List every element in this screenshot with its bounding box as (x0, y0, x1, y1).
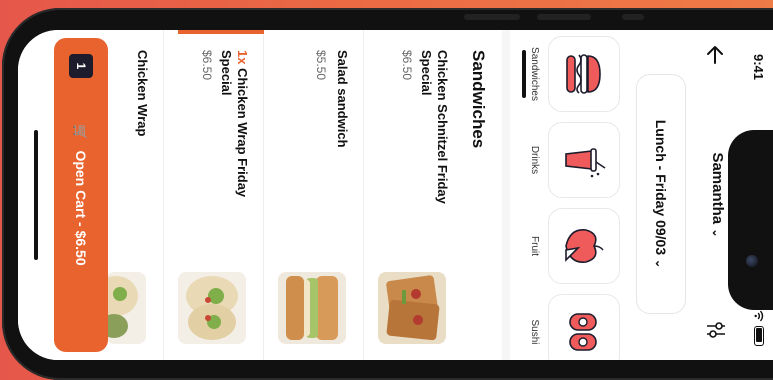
selected-indicator (178, 30, 264, 34)
back-button[interactable] (704, 44, 726, 70)
menu-label: Lunch - Friday 09/03 (653, 119, 669, 256)
item-name-text: Salad sandwich (335, 50, 350, 148)
divider (502, 30, 510, 360)
item-name: 1x Chicken Wrap Friday Special (218, 50, 250, 230)
drink-icon (565, 148, 606, 178)
category-list: Sandwiches Drinks Fruit Sushi (500, 36, 620, 360)
sandwich-icon (566, 54, 601, 94)
phone-screen: 9:41 Samantha ⌄ Lunch - Friday 09/03 ⌄ S… (18, 30, 773, 360)
category-label: Fruit (529, 236, 540, 256)
category-tile (548, 36, 620, 112)
filter-button[interactable] (704, 318, 728, 342)
cart-label: 🛒 Open Cart - $6.50 (54, 38, 108, 352)
menu-selector[interactable]: Lunch - Friday 09/03 ⌄ (636, 74, 686, 314)
mute-switch (622, 14, 644, 20)
app-canvas: 9:41 Samantha ⌄ Lunch - Friday 09/03 ⌄ S… (18, 30, 773, 360)
cart-icon: 🛒 (73, 124, 88, 141)
category-sandwiches[interactable]: Sandwiches (529, 36, 620, 112)
sliders-icon (707, 322, 725, 338)
category-label: Sandwiches (529, 47, 540, 101)
arrow-left-icon (707, 46, 723, 64)
panini-image (378, 272, 446, 344)
category-label: Sushi (529, 319, 540, 345)
item-name: Chicken Schnitzel Friday Special (418, 50, 450, 230)
user-name: Samantha (709, 152, 726, 225)
salad-sandwich-image (278, 272, 346, 344)
home-indicator (34, 130, 38, 260)
item-price: $5.50 (314, 50, 328, 81)
open-cart-button[interactable]: 1 🛒 Open Cart - $6.50 (54, 38, 108, 352)
sushi-icon (569, 313, 597, 351)
device-notch (728, 130, 773, 310)
volume-button (537, 14, 591, 20)
item-name-text: Chicken Wrap (135, 50, 150, 137)
category-fruit[interactable]: Fruit (529, 208, 620, 284)
category-sushi[interactable]: Sushi (529, 294, 620, 360)
menu-item[interactable]: Salad sandwich $5.50 (264, 30, 350, 360)
battery-icon (754, 326, 764, 346)
chevron-down-icon: ⌄ (710, 228, 722, 238)
category-active-indicator (522, 50, 526, 98)
wrap-image (106, 272, 146, 344)
item-price: $6.50 (200, 50, 214, 81)
status-time: 9:41 (751, 54, 766, 81)
wrap-image (178, 272, 246, 344)
item-photo (106, 272, 146, 344)
item-price: $6.50 (400, 50, 414, 81)
item-photo (178, 272, 246, 344)
item-name-text: Chicken Wrap Friday Special (219, 50, 250, 198)
item-name: Salad sandwich (334, 50, 350, 230)
separator (363, 30, 364, 360)
chevron-down-icon: ⌄ (653, 259, 665, 269)
category-label: Drinks (529, 145, 540, 175)
item-name-text: Chicken Schnitzel Friday Special (419, 50, 450, 204)
separator (263, 30, 264, 360)
category-tile (548, 208, 620, 284)
category-drinks[interactable]: Drinks (529, 122, 620, 198)
apple-icon (565, 229, 604, 263)
menu-item-selected[interactable]: 1x Chicken Wrap Friday Special $6.50 (164, 30, 264, 360)
camera-icon (746, 255, 758, 267)
item-name: Chicken Wrap (134, 50, 150, 230)
item-photo (378, 272, 446, 344)
category-tile (548, 122, 620, 198)
section-title: Sandwiches (469, 50, 488, 149)
user-selector[interactable]: Samantha ⌄ (709, 120, 726, 270)
item-photo (278, 272, 346, 344)
item-quantity: 1x (235, 50, 250, 65)
cart-label-text: Open Cart - $6.50 (73, 150, 89, 266)
category-tile (548, 294, 620, 360)
volume-button (464, 14, 520, 20)
wifi-icon (754, 310, 764, 322)
separator (163, 30, 164, 360)
menu-item[interactable]: Chicken Schnitzel Friday Special $6.50 (364, 30, 450, 360)
